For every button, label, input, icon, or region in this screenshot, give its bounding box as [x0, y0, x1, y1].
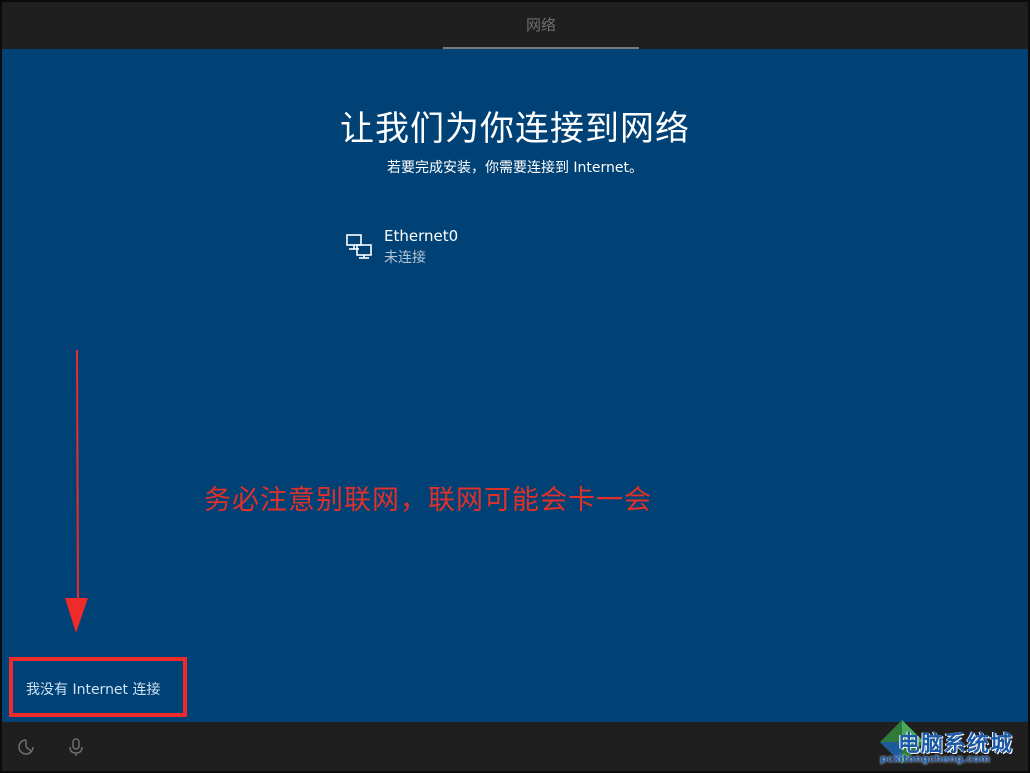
watermark-subtext: pcxitongcheng.com [880, 754, 991, 765]
network-status: 未连接 [384, 250, 426, 266]
page-title: 让我们为你连接到网络 [340, 109, 690, 149]
annotation-warning-text: 务必注意别联网，联网可能会卡一会 [204, 485, 652, 516]
tab-network[interactable]: 网络 [443, 2, 639, 49]
network-item-ethernet0[interactable]: Ethernet0 未连接 [345, 225, 605, 273]
top-bar: 网络 [2, 2, 1028, 49]
annotation-arrow-icon [65, 350, 88, 633]
accessibility-icon[interactable] [16, 737, 36, 757]
bottom-bar [2, 722, 1028, 771]
no-internet-link[interactable]: 我没有 Internet 连接 [26, 679, 161, 699]
main-panel: 让我们为你连接到网络 若要完成安装，你需要连接到 Internet。 Ether… [2, 49, 1028, 722]
ethernet-icon [346, 234, 372, 259]
page-subtitle: 若要完成安装，你需要连接到 Internet。 [386, 160, 644, 176]
network-name: Ethernet0 [384, 227, 459, 245]
microphone-icon[interactable] [66, 737, 86, 757]
watermark: 电脑系统城 pcxitongcheng.com [876, 716, 1028, 770]
